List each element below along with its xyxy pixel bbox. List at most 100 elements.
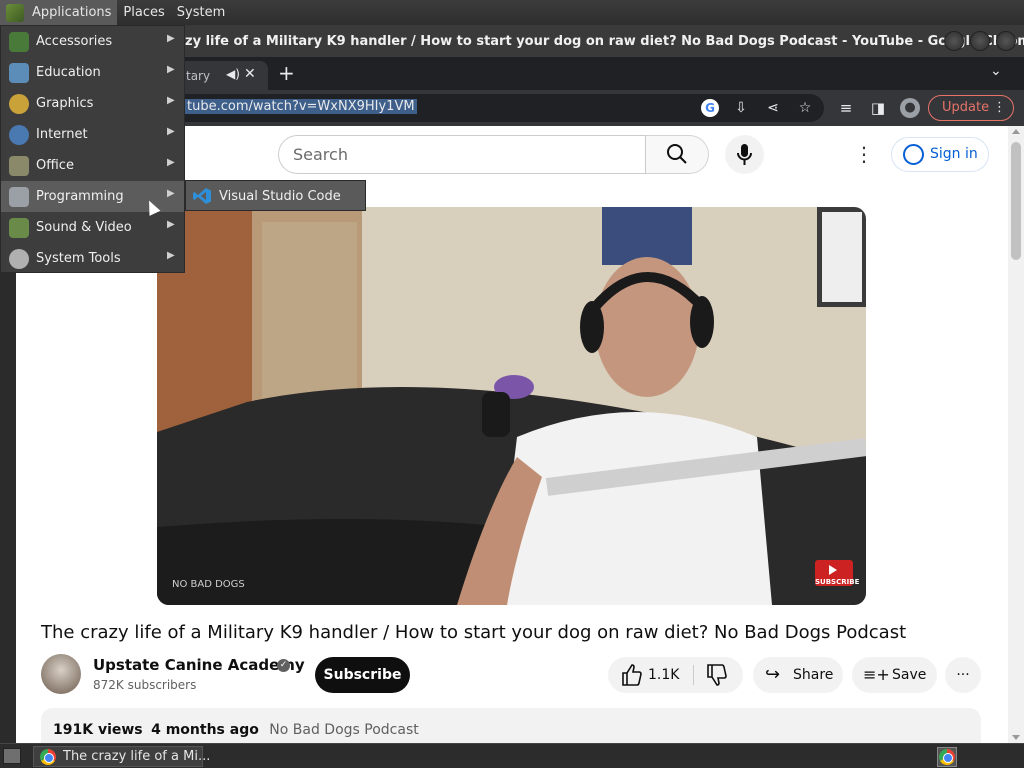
menu-item-label: Accessories [36,34,113,49]
media-controls-icon[interactable]: ≡ [836,98,856,118]
system-menu[interactable]: System [171,0,231,25]
tab-title: tary [186,69,211,83]
menu-item-label: System Tools [36,251,121,266]
menu-item-label: Education [36,65,101,80]
applications-menu[interactable]: Applications [0,0,118,25]
menu-item-system-tools[interactable]: System Tools ▶ [1,243,184,274]
channel-name[interactable]: Upstate Canine Academy [93,656,305,674]
minimize-button[interactable] [944,31,964,51]
more-icon: ··· [956,667,970,683]
like-button[interactable] [620,657,642,693]
share-button[interactable]: ↪ Share [753,657,843,693]
submenu-arrow-icon: ▶ [167,219,175,230]
scroll-thumb[interactable] [1011,142,1021,260]
microphone-icon [737,144,752,165]
graphics-icon [9,94,29,114]
description-box[interactable]: 191K views 4 months ago No Bad Dogs Podc… [41,708,981,743]
programming-submenu: Visual Studio Code [185,180,366,211]
address-bar[interactable]: tube.com/watch?v=WxNX9HIy1VM G ⇩ ⋖ ☆ [150,94,824,122]
thumbs-up-icon [622,664,642,686]
thumbs-down-icon [707,664,727,686]
desktop: Applications Places System zy life of a … [0,0,1024,768]
maximize-button[interactable] [970,31,990,51]
description-meta: 191K views 4 months ago No Bad Dogs Podc… [53,722,419,738]
menu-item-visual-studio-code[interactable]: Visual Studio Code [186,181,365,210]
new-tab-icon[interactable]: + [278,61,295,85]
menu-item-accessories[interactable]: Accessories ▶ [1,26,184,57]
submenu-arrow-icon: ▶ [167,33,175,44]
subscribe-button[interactable]: Subscribe [315,657,410,693]
save-playlist-icon: ≡+ [863,665,890,684]
more-actions-button[interactable]: ··· [945,657,981,693]
top-panel: Applications Places System [0,0,1024,25]
hashtag-link[interactable]: No Bad Dogs Podcast [269,722,418,738]
subscriber-count: 872K subscribers [93,678,197,692]
menu-item-education[interactable]: Education ▶ [1,57,184,88]
verified-badge-icon: ✓ [277,659,290,672]
settings-menu-icon[interactable]: ⋮ [854,142,874,166]
like-count: 1.1K [648,667,680,683]
internet-icon [9,125,29,145]
chrome-menu-icon[interactable]: ⋮ [993,96,1006,120]
programming-icon [9,187,29,207]
applications-dropdown: Accessories ▶ Education ▶ Graphics ▶ Int… [0,25,185,273]
places-menu[interactable]: Places [117,0,170,25]
tab-search-icon[interactable]: ⌄ [990,63,1002,79]
url-text[interactable]: tube.com/watch?v=WxNX9HIy1VM [185,99,417,114]
menu-item-label: Office [36,158,74,173]
places-label: Places [123,5,165,20]
close-window-button[interactable] [996,31,1016,51]
watermark-logo: NO BAD DOGS [172,579,245,590]
save-button[interactable]: ≡+ Save [852,657,937,693]
update-label: Update [942,100,990,115]
video-player[interactable]: NO BAD DOGS SUBSCRIBE [157,207,866,605]
video-title: The crazy life of a Military K9 handler … [41,622,907,643]
menu-item-label: Visual Studio Code [219,189,341,204]
vscode-icon [193,188,211,204]
menu-item-sound-video[interactable]: Sound & Video ▶ [1,212,184,243]
tab-close-icon[interactable]: ✕ [244,66,256,82]
taskbar-chrome-window[interactable]: The crazy life of a Mi... [33,746,210,767]
chrome-icon [939,749,955,765]
taskbar-window-label: The crazy life of a Mi... [63,749,211,764]
voice-search-button[interactable] [725,135,764,174]
dislike-button[interactable] [705,657,727,693]
page-scrollbar[interactable] [1008,126,1024,743]
upload-age: 4 months ago [151,722,259,738]
share-page-icon[interactable]: ⋖ [764,99,782,117]
profile-icon[interactable]: ● [900,98,920,118]
office-icon [9,156,29,176]
install-app-icon[interactable]: ⇩ [732,99,750,117]
education-icon [9,63,29,83]
sign-in-button[interactable]: Sign in [891,137,989,172]
scroll-down-icon[interactable] [1012,735,1020,740]
window-title: zy life of a Military K9 handler / How t… [185,34,1024,49]
google-lens-icon[interactable]: G [701,99,719,117]
search-icon [667,144,687,164]
menu-item-graphics[interactable]: Graphics ▶ [1,88,184,119]
channel-avatar[interactable] [41,654,81,694]
menu-item-office[interactable]: Office ▶ [1,150,184,181]
update-button[interactable]: Update ⋮ [928,95,1014,121]
show-desktop-icon[interactable] [3,748,21,764]
tray-chrome-icon[interactable] [937,747,957,767]
menu-item-label: Internet [36,127,88,142]
scroll-up-icon[interactable] [1012,129,1020,134]
bottom-taskbar: The crazy life of a Mi... [0,743,1024,768]
speaker-icon[interactable]: ◀) [226,67,240,81]
search-placeholder: Search [293,145,348,164]
menu-item-label: Sound & Video [36,220,132,235]
search-input[interactable]: Search [278,135,646,174]
bookmark-star-icon[interactable]: ☆ [796,99,814,117]
watermark-subscribe: SUBSCRIBE [815,578,860,586]
system-tools-icon [9,249,29,269]
like-separator [693,665,694,685]
search-button[interactable] [646,135,709,174]
submenu-arrow-icon: ▶ [167,188,175,199]
menu-item-internet[interactable]: Internet ▶ [1,119,184,150]
share-icon: ↪ [765,664,781,685]
video-frame: NO BAD DOGS SUBSCRIBE [157,207,866,605]
sign-in-label: Sign in [930,146,978,162]
side-panel-icon[interactable]: ◨ [868,98,888,118]
like-dislike-group: 1.1K [608,657,743,693]
